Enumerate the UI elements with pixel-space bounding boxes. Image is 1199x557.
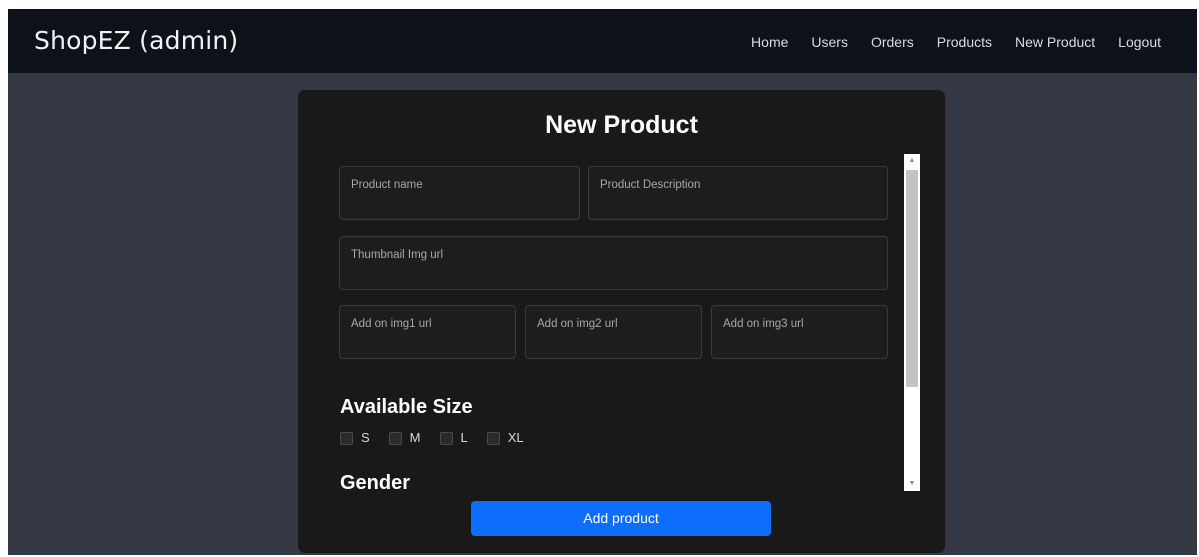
form-scroll-area[interactable]: Product name Product Description Thumbna…: [339, 166, 919, 491]
app-window: ShopEZ (admin) Home Users Orders Product…: [8, 9, 1197, 555]
new-product-card: New Product Product name Product Descrip…: [298, 90, 945, 553]
addon-img2-placeholder: Add on img2 url: [537, 318, 618, 330]
size-m-checkbox[interactable]: [388, 431, 402, 445]
size-l-label: L: [460, 430, 468, 445]
thumbnail-url-placeholder: Thumbnail Img url: [351, 249, 444, 261]
size-xl-checkbox[interactable]: [486, 431, 500, 445]
thumbnail-url-input[interactable]: Thumbnail Img url: [339, 236, 888, 290]
add-product-button[interactable]: Add product: [471, 501, 771, 536]
size-s-checkbox[interactable]: [340, 431, 353, 445]
size-option-l[interactable]: L: [439, 430, 468, 446]
scroll-down-arrow-icon[interactable]: ▼: [904, 477, 920, 491]
navbar: ShopEZ (admin) Home Users Orders Product…: [8, 9, 1197, 73]
nav-new-product-link[interactable]: New Product: [1015, 33, 1095, 51]
product-name-placeholder: Product name: [351, 179, 423, 191]
product-name-input[interactable]: Product name: [339, 166, 580, 220]
product-description-input[interactable]: Product Description: [588, 166, 888, 220]
nav-products-link[interactable]: Products: [937, 33, 992, 51]
gender-heading: Gender: [340, 472, 411, 491]
nav-orders-link[interactable]: Orders: [871, 33, 914, 51]
brand-logo-text[interactable]: ShopEZ (admin): [34, 26, 238, 56]
size-s-label: S: [361, 430, 370, 445]
available-size-heading: Available Size: [340, 396, 473, 418]
addon-img3-placeholder: Add on img3 url: [723, 318, 804, 330]
product-description-placeholder: Product Description: [600, 179, 701, 191]
size-xl-label: XL: [507, 430, 524, 445]
nav-users-link[interactable]: Users: [811, 33, 848, 51]
addon-img1-url-input[interactable]: Add on img1 url: [339, 305, 516, 359]
form-scrollbar[interactable]: ▲ ▼: [904, 154, 920, 491]
page-title: New Product: [545, 111, 698, 139]
scrollbar-thumb[interactable]: [906, 170, 918, 387]
size-m-label: M: [409, 430, 421, 445]
size-option-m[interactable]: M: [388, 430, 421, 446]
addon-img1-placeholder: Add on img1 url: [351, 318, 432, 330]
nav-links: Home Users Orders Products New Product L…: [728, 33, 1161, 51]
nav-logout-link[interactable]: Logout: [1118, 33, 1161, 51]
nav-home-link[interactable]: Home: [751, 33, 788, 51]
size-l-checkbox[interactable]: [439, 431, 453, 445]
addon-img2-url-input[interactable]: Add on img2 url: [525, 305, 702, 359]
scroll-up-arrow-icon[interactable]: ▲: [904, 154, 920, 168]
size-options: S M L XL: [340, 430, 543, 446]
size-option-xl[interactable]: XL: [486, 430, 524, 446]
addon-img3-url-input[interactable]: Add on img3 url: [711, 305, 888, 359]
size-option-s[interactable]: S: [340, 430, 370, 446]
